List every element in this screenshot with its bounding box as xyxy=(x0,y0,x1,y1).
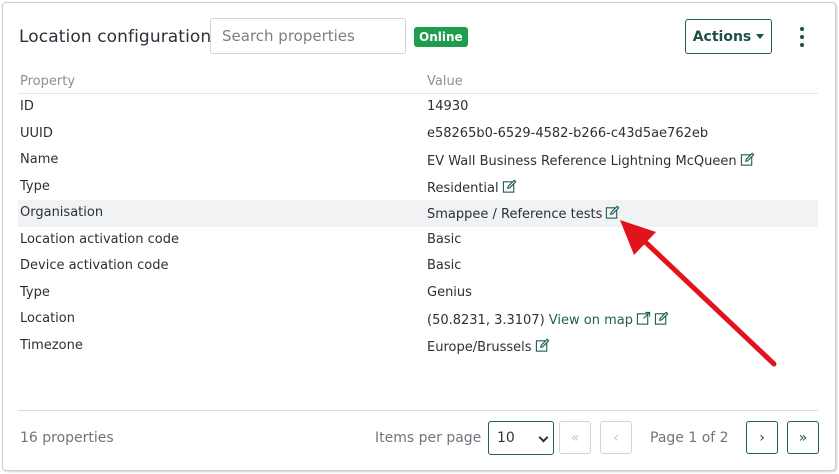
property-label: UUID xyxy=(20,125,53,141)
footer-divider xyxy=(18,410,818,411)
table-row: Device activation code Basic xyxy=(18,253,818,280)
property-label: Location activation code xyxy=(20,231,179,247)
first-page-icon: « xyxy=(570,429,580,446)
edit-icon[interactable] xyxy=(740,152,755,167)
edit-icon[interactable] xyxy=(654,311,669,326)
items-per-page-select[interactable]: 10 xyxy=(488,421,554,455)
property-label: ID xyxy=(20,99,34,114)
property-value-cell: (50.8231, 3.3107) View on map xyxy=(427,311,669,328)
property-label: Location xyxy=(20,311,75,326)
table-row: Location (50.8231, 3.3107) View on map xyxy=(18,306,818,333)
caret-down-icon xyxy=(756,34,765,39)
actions-button[interactable]: Actions xyxy=(685,19,772,54)
property-value: 14930 xyxy=(427,99,469,114)
next-page-icon: › xyxy=(759,429,765,446)
column-header-property: Property xyxy=(20,74,76,89)
property-label: Timezone xyxy=(20,337,83,353)
items-per-page-value: 10 xyxy=(497,430,515,446)
table-row: Type Genius xyxy=(18,280,818,307)
property-value: Smappee / Reference tests xyxy=(427,207,603,222)
table-row: UUID e58265b0-6529-4582-b266-c43d5ae762e… xyxy=(18,121,818,148)
property-value-cell: EV Wall Business Reference Lightning McQ… xyxy=(427,152,755,169)
chevron-down-icon xyxy=(538,432,549,443)
page-info: Page 1 of 2 xyxy=(650,430,729,446)
first-page-button[interactable]: « xyxy=(559,421,591,454)
properties-table: Property Value ID 14930 UUID e58265b0-65… xyxy=(18,70,818,359)
property-value: e58265b0-6529-4582-b266-c43d5ae762eb xyxy=(427,125,709,141)
property-value: Europe/Brussels xyxy=(427,339,532,355)
property-value: Residential xyxy=(427,180,499,196)
property-value: Basic xyxy=(427,231,462,247)
edit-icon[interactable] xyxy=(605,205,620,220)
property-label: Device activation code xyxy=(20,258,169,273)
table-row: Type Residential xyxy=(18,174,818,201)
property-label: Organisation xyxy=(20,205,104,220)
edit-icon[interactable] xyxy=(502,179,517,194)
property-value: EV Wall Business Reference Lightning McQ… xyxy=(427,154,737,169)
external-link-icon[interactable] xyxy=(636,311,651,326)
previous-page-button[interactable]: ‹ xyxy=(600,421,632,454)
table-row: Location activation code Basic xyxy=(18,227,818,254)
table-row: ID 14930 xyxy=(18,94,818,121)
table-row-highlighted: Organisation Smappee / Reference tests xyxy=(18,200,818,227)
actions-button-label: Actions xyxy=(692,28,752,45)
edit-icon[interactable] xyxy=(535,338,550,353)
property-label: Type xyxy=(20,284,50,300)
table-row: Timezone Europe/Brussels xyxy=(18,333,818,360)
property-label: Name xyxy=(20,152,59,167)
page-title: Location configuration xyxy=(19,27,212,47)
kebab-menu-icon[interactable] xyxy=(796,27,808,47)
previous-page-icon: ‹ xyxy=(613,429,619,446)
property-value-cell: Europe/Brussels xyxy=(427,338,550,355)
table-header: Property Value xyxy=(18,70,818,94)
property-value: Genius xyxy=(427,284,472,300)
property-value-cell: Smappee / Reference tests xyxy=(427,205,620,222)
next-page-button[interactable]: › xyxy=(746,421,778,454)
property-value: (50.8231, 3.3107) xyxy=(427,313,545,328)
property-value-cell: Residential xyxy=(427,179,517,196)
search-input[interactable] xyxy=(210,18,406,54)
property-count: 16 properties xyxy=(20,430,114,446)
column-header-value: Value xyxy=(427,74,463,89)
table-row: Name EV Wall Business Reference Lightnin… xyxy=(18,147,818,174)
property-label: Type xyxy=(20,178,50,194)
last-page-icon: » xyxy=(798,429,808,446)
status-badge: Online xyxy=(414,27,468,47)
property-value: Basic xyxy=(427,258,462,273)
view-on-map-link[interactable]: View on map xyxy=(549,313,633,328)
last-page-button[interactable]: » xyxy=(787,421,819,454)
items-per-page-label: Items per page xyxy=(375,430,482,446)
